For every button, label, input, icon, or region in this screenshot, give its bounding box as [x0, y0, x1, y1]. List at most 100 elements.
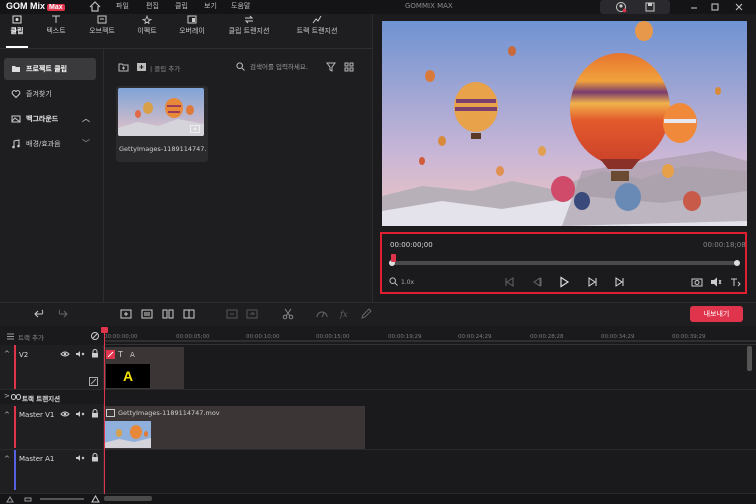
sidebar-item-bgm-sfx[interactable]: 배경/효과음 ﹀	[4, 133, 96, 155]
eye-icon[interactable]	[60, 350, 70, 358]
save-icon[interactable]	[644, 1, 656, 13]
snapshot-icon[interactable]	[691, 276, 703, 288]
text-clip[interactable]: A	[106, 364, 150, 388]
tab-clip-transition[interactable]: 클립 트랜지션	[218, 15, 280, 36]
resize-icon[interactable]	[89, 377, 98, 386]
user-icon[interactable]	[615, 1, 627, 13]
menu-clip[interactable]: 클립	[175, 1, 188, 11]
minimize-icon[interactable]	[688, 1, 700, 13]
pen-icon[interactable]	[360, 308, 372, 320]
edit-clip-icon[interactable]	[106, 350, 115, 359]
lock-icon[interactable]	[91, 453, 99, 462]
media-list-icon[interactable]	[141, 308, 153, 320]
collapse-icon[interactable]: ^	[4, 455, 10, 463]
svg-text:fx: fx	[339, 310, 348, 319]
go-to-end-icon[interactable]	[614, 276, 626, 288]
go-to-start-icon[interactable]	[503, 276, 515, 288]
zoom-level[interactable]: 1.0x	[401, 279, 414, 286]
add-to-timeline-icon[interactable]	[190, 125, 200, 133]
link-icon[interactable]	[90, 331, 100, 341]
add-track-icon[interactable]	[6, 332, 15, 341]
timeline-horizontal-scrollbar[interactable]	[104, 496, 152, 501]
lock-icon[interactable]	[91, 409, 99, 418]
paste-icon[interactable]	[246, 308, 258, 320]
menu-file[interactable]: 파일	[116, 1, 129, 11]
export-button[interactable]: 내보내기	[690, 306, 743, 322]
track-transition-label: 트랙 트랜지션	[22, 395, 61, 403]
tick-label: 00:00:34;29	[601, 334, 635, 340]
tab-effect[interactable]: 이펙트	[125, 15, 169, 36]
tab-object[interactable]: 오브젝트	[80, 15, 124, 36]
text-type-icon: T	[118, 350, 123, 359]
menu-help[interactable]: 도움말	[231, 1, 250, 11]
timeline-playhead[interactable]	[104, 328, 105, 500]
menu-view[interactable]: 보기	[204, 1, 217, 11]
mute-icon[interactable]	[75, 454, 85, 462]
video-preview	[382, 21, 747, 226]
tick-label: 00:00:05;00	[176, 334, 210, 340]
out-point-marker[interactable]	[734, 260, 740, 266]
track-name-a1: Master A1	[19, 455, 55, 463]
tick-label: 00:00:19;29	[388, 334, 422, 340]
menu-edit[interactable]: 편집	[146, 1, 159, 11]
expand-icon[interactable]: >	[4, 392, 10, 400]
next-frame-icon[interactable]	[586, 276, 598, 288]
tick-label: 00:00:39;29	[672, 334, 706, 340]
maximize-icon[interactable]	[709, 1, 721, 13]
track-name-v1: Master V1	[19, 411, 55, 419]
speed-icon[interactable]	[316, 308, 328, 320]
filter-icon[interactable]	[326, 62, 336, 72]
playhead-handle[interactable]	[101, 327, 108, 333]
cut-icon[interactable]	[282, 308, 294, 320]
zoom-in-icon[interactable]	[91, 495, 100, 503]
track-color-bar	[14, 450, 16, 490]
playhead-marker[interactable]	[391, 254, 396, 262]
search-input[interactable]: 검색어를 입력하세요.	[236, 60, 318, 74]
add-folder-icon[interactable]	[118, 62, 129, 72]
undo-icon[interactable]	[34, 308, 46, 320]
zoom-icon[interactable]	[389, 277, 401, 289]
video-clip-name: GettyImages-1189114747.mov	[118, 409, 220, 417]
collapse-icon[interactable]: ^	[4, 411, 10, 419]
sidebar-item-project-clips[interactable]: 프로젝트 클립	[4, 58, 96, 80]
copy-icon[interactable]	[226, 308, 238, 320]
split-icon[interactable]	[162, 308, 174, 320]
collapse-icon[interactable]: ^	[4, 350, 10, 358]
play-icon[interactable]	[558, 276, 570, 288]
fx-icon[interactable]: fx	[339, 308, 351, 320]
search-icon	[236, 62, 245, 71]
tab-text[interactable]: 텍스트	[34, 15, 78, 36]
overlay-icon	[187, 15, 197, 24]
home-icon[interactable]	[89, 1, 101, 12]
lock-icon[interactable]	[91, 349, 99, 358]
volume-icon[interactable]	[710, 276, 722, 288]
mute-icon[interactable]	[75, 410, 85, 418]
grid-view-icon[interactable]	[344, 62, 354, 72]
subtitle-icon[interactable]	[729, 276, 741, 288]
folder-icon	[11, 64, 21, 74]
eye-icon[interactable]	[60, 410, 70, 418]
redo-icon[interactable]	[56, 308, 68, 320]
trim-icon[interactable]	[183, 308, 195, 320]
close-icon[interactable]	[733, 1, 745, 13]
sidebar-item-background[interactable]: 백그라운드 ︿	[4, 108, 96, 130]
chevron-up-icon[interactable]: ︿	[82, 108, 90, 130]
zoom-slider-icon[interactable]	[24, 496, 32, 503]
chevron-down-icon[interactable]: ﹀	[82, 133, 90, 155]
add-clip-label[interactable]: | 클립 추가	[150, 63, 180, 73]
mute-icon[interactable]	[75, 350, 85, 358]
add-track-label[interactable]: 트랙 추가	[18, 332, 44, 342]
prev-frame-icon[interactable]	[531, 276, 543, 288]
sidebar-item-favorites[interactable]: 즐겨찾기	[4, 83, 96, 105]
add-media-icon[interactable]	[120, 308, 132, 320]
tick-label: 00:00:00;00	[104, 334, 138, 340]
add-clip-icon[interactable]	[136, 62, 147, 72]
track-transition-icon	[312, 15, 322, 24]
zoom-slider[interactable]	[40, 498, 84, 500]
tab-overlay[interactable]: 오버레이	[170, 15, 214, 36]
tab-track-transition[interactable]: 트랙 트랜지션	[284, 15, 350, 36]
zoom-out-icon[interactable]	[6, 496, 14, 503]
timeline-vertical-scrollbar[interactable]	[747, 346, 752, 371]
scrub-bar[interactable]	[391, 261, 738, 265]
video-clip-thumbnail	[104, 421, 151, 448]
